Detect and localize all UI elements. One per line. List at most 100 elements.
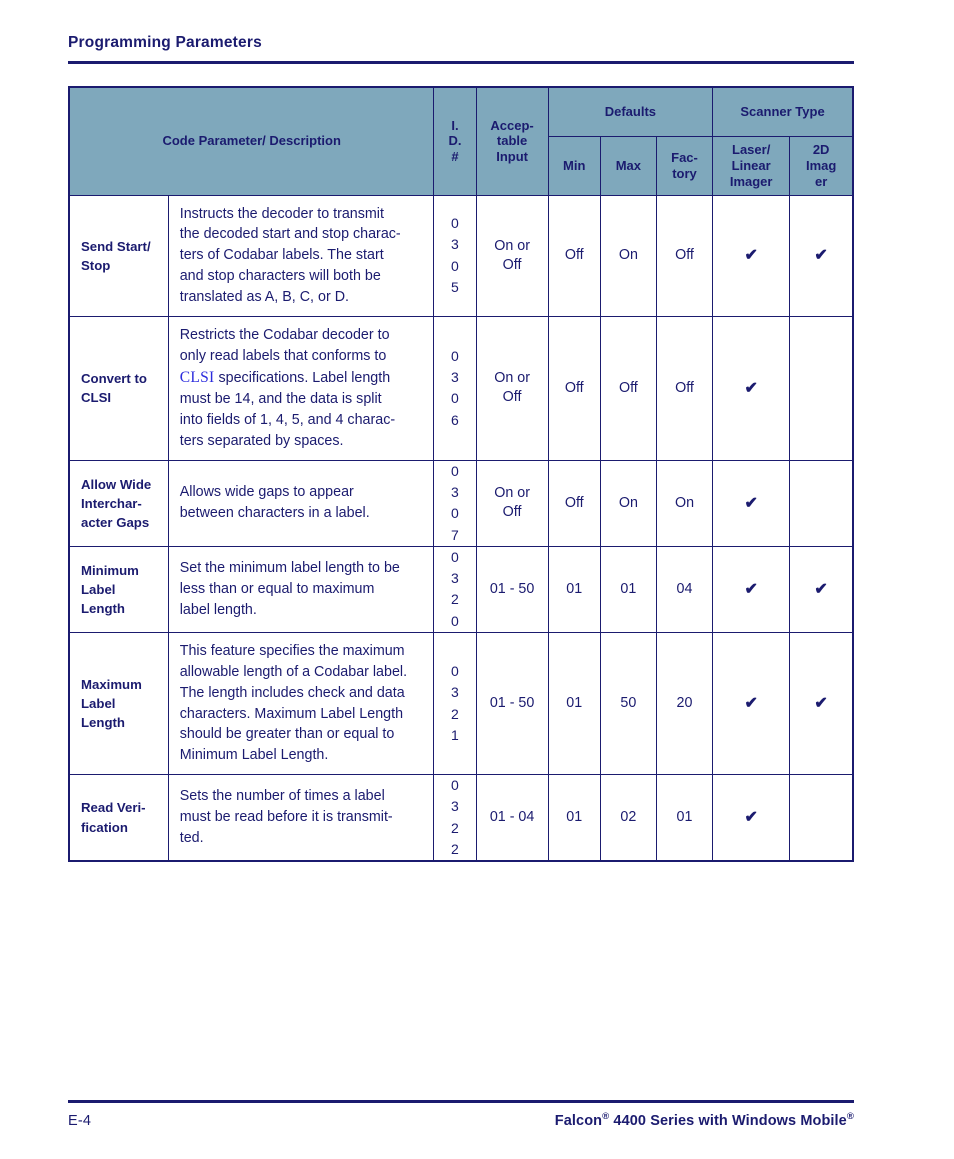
laser-linear-imager-check-icon: ✔	[712, 631, 791, 776]
document-title: Falcon® 4400 Series with Windows Mobile®	[554, 1112, 854, 1129]
table-row: Allow Wide Interchar- acter Gaps Allows …	[68, 459, 854, 547]
default-factory-value: Off	[655, 315, 714, 461]
acceptable-input-line-1: On or	[494, 485, 530, 502]
parameter-description: Restricts the Codabar decoder to only re…	[167, 315, 435, 461]
description-line-1: Restricts the Codabar decoder to	[179, 326, 390, 343]
table-row: Send Start/ Stop Instructs the decoder t…	[68, 194, 854, 317]
programming-parameters-table: Code Parameter/ Description I. D. # Acce…	[68, 86, 854, 863]
parameter-id: 0 3 2 1	[433, 631, 477, 776]
parameter-name-line-2: Label	[81, 695, 116, 711]
acceptable-input-line-1: 01 - 50	[489, 580, 535, 597]
acceptable-input-line-2: Off	[502, 256, 522, 273]
header-acceptable-input-line-3: Input	[496, 149, 528, 165]
id-digit: 0	[451, 390, 459, 407]
laser-linear-imager-check-icon: ✔	[712, 315, 791, 461]
default-min-value: 01	[547, 631, 601, 776]
document-title-part-2: 4400 Series with Windows Mobile	[609, 1113, 847, 1129]
header-rule	[68, 61, 854, 65]
id-digit: 0	[451, 462, 459, 479]
page-running-footer: E-4 Falcon ® 4400 Series with Windows Mob…	[68, 1100, 854, 1129]
description-line-2: allowable length of a Codabar label.	[179, 663, 408, 680]
parameter-name: Allow Wide Interchar- acter Gaps	[68, 459, 169, 547]
id-digit: 3	[451, 798, 459, 815]
acceptable-input-line-1: 01 - 04	[489, 809, 535, 826]
default-max-value: Off	[599, 315, 657, 461]
description-line-2: between characters in a label.	[179, 505, 370, 522]
description-line-5: into fields of 1, 4, 5, and 4 charac-	[179, 412, 396, 429]
header-2d-imager: 2D Imag er	[789, 136, 854, 196]
description-line-3-rest: specifications. Label length	[214, 369, 391, 386]
document-title-part-1: Falcon	[554, 1113, 603, 1129]
laser-linear-imager-check-icon: ✔	[712, 545, 791, 633]
parameter-name-line-3: acter Gaps	[81, 514, 150, 530]
header-laser-linear-imager-line-2: Linear	[731, 157, 771, 173]
description-line-2: must be read before it is transmit-	[179, 809, 393, 826]
id-digit: 3	[451, 684, 459, 701]
table-header-row-1: Code Parameter/ Description I. D. # Acce…	[68, 86, 854, 196]
default-min-value: Off	[547, 315, 601, 461]
id-digit: 0	[451, 612, 459, 629]
acceptable-input-value: 01 - 50	[475, 545, 549, 633]
parameter-name-line-1: Send Start/	[81, 238, 151, 254]
header-factory-line-2: tory	[672, 165, 697, 181]
parameter-description: Allows wide gaps to appear between chara…	[167, 459, 435, 547]
default-factory-value: On	[655, 459, 714, 547]
description-line-1: This feature specifies the maximum	[179, 642, 405, 659]
parameter-name-line-2: CLSI	[81, 390, 112, 406]
id-digit: 0	[451, 347, 459, 364]
parameter-description: Instructs the decoder to transmit the de…	[167, 194, 435, 317]
acceptable-input-value: On or Off	[475, 315, 549, 461]
parameter-id: 0 3 0 6	[433, 315, 477, 461]
parameter-name: Send Start/ Stop	[68, 194, 169, 317]
parameter-description: Sets the number of times a label must be…	[167, 774, 435, 862]
description-line-3: ted.	[179, 830, 204, 847]
default-max-value: 50	[599, 631, 657, 776]
page-number: E-4	[68, 1113, 92, 1129]
parameter-name-line-1: Read Veri-	[81, 800, 146, 816]
header-laser-linear-imager-line-1: Laser/	[732, 142, 771, 157]
acceptable-input-value: On or Off	[475, 194, 549, 317]
description-line-1: Allows wide gaps to appear	[179, 484, 354, 501]
header-scanner-type-group: Scanner Type	[712, 86, 854, 137]
description-line-2: the decoded start and stop charac-	[179, 226, 401, 243]
header-code-parameter-description: Code Parameter/ Description	[68, 86, 435, 196]
acceptable-input-value: 01 - 04	[475, 774, 549, 862]
default-max-value: On	[599, 459, 657, 547]
header-id-line-2: D.	[448, 133, 462, 149]
acceptable-input-line-1: 01 - 50	[489, 695, 535, 712]
default-factory-value: 20	[655, 631, 714, 776]
2d-imager-check-icon	[789, 774, 854, 862]
description-line-5: translated as A, B, C, or D.	[179, 289, 349, 306]
parameter-name-line-3: Length	[81, 600, 125, 616]
table-row: Read Veri- fication Sets the number of t…	[68, 774, 854, 862]
id-digit: 3	[451, 570, 459, 587]
default-max-value: 02	[599, 774, 657, 862]
parameter-description: Set the minimum label length to be less …	[167, 545, 435, 633]
default-factory-value: 04	[655, 545, 714, 633]
header-2d-imager-line-3: er	[814, 173, 828, 189]
description-line-3: label length.	[179, 601, 257, 618]
table-row: Convert to CLSI Restricts the Codabar de…	[68, 315, 854, 461]
clsi-cross-reference-link[interactable]: CLSI	[180, 369, 215, 386]
description-line-1: Instructs the decoder to transmit	[179, 205, 384, 222]
table-body: Send Start/ Stop Instructs the decoder t…	[68, 194, 854, 862]
parameter-id: 0 3 2 0	[433, 545, 477, 633]
description-line-4: characters. Maximum Label Length	[179, 705, 404, 722]
parameter-name-line-1: Allow Wide	[81, 476, 152, 492]
acceptable-input-line-2: Off	[502, 504, 522, 521]
parameter-name-line-1: Maximum	[81, 676, 142, 692]
default-factory-value: 01	[655, 774, 714, 862]
description-line-4: must be 14, and the data is split	[179, 391, 382, 408]
parameter-name: Minimum Label Length	[68, 545, 169, 633]
parameter-description: This feature specifies the maximum allow…	[167, 631, 435, 776]
2d-imager-check-icon: ✔	[789, 631, 854, 776]
default-max-value: On	[599, 194, 657, 317]
id-digit: 5	[451, 278, 459, 295]
parameter-name-line-1: Convert to	[81, 371, 147, 387]
id-digit: 2	[451, 840, 459, 857]
id-digit: 0	[451, 257, 459, 274]
acceptable-input-line-1: On or	[494, 237, 530, 254]
description-line-4: and stop characters will both be	[179, 268, 381, 285]
default-min-value: 01	[547, 545, 601, 633]
id-digit: 0	[451, 505, 459, 522]
